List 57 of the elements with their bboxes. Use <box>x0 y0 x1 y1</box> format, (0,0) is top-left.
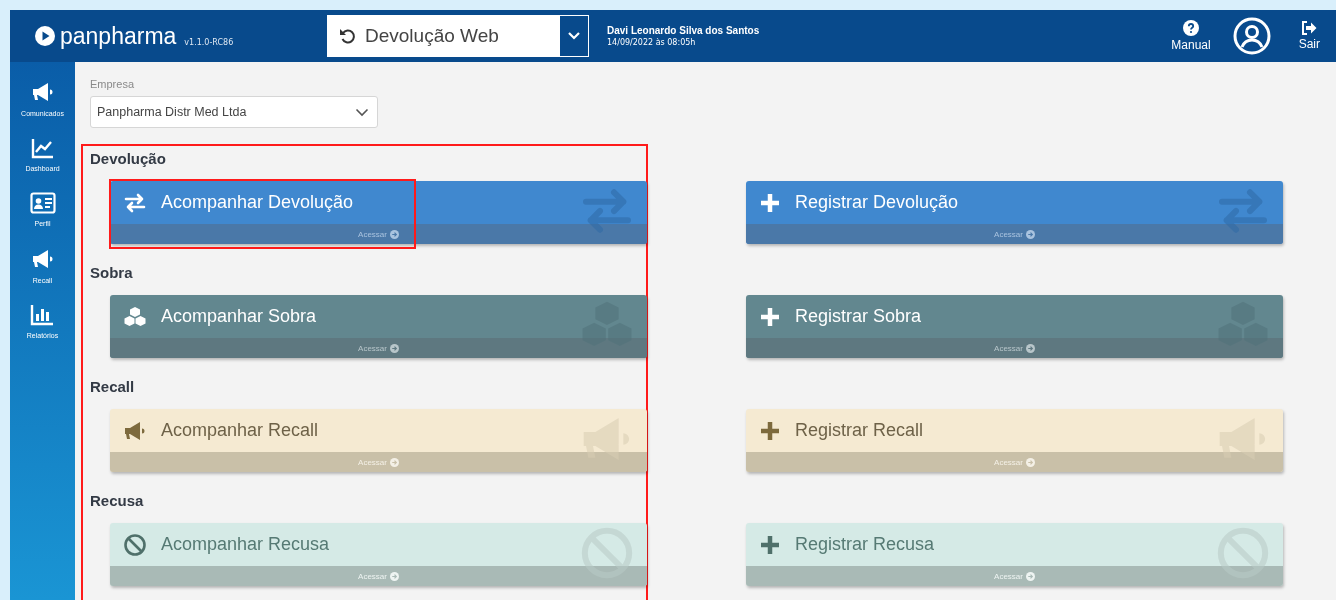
version-label: v1.1.0-RC86 <box>184 37 234 47</box>
arrow-circle-icon <box>389 343 399 353</box>
logout-icon <box>1301 21 1318 35</box>
action-card[interactable]: Registrar Devolução Acessar <box>746 181 1283 244</box>
undo-icon <box>339 27 357 45</box>
card-title: Acompanhar Recall <box>161 420 319 441</box>
line-chart-icon <box>30 137 55 159</box>
module-name: Devolução Web <box>365 25 499 47</box>
card-title: Registrar Recall <box>795 420 924 441</box>
avatar-icon[interactable] <box>1232 17 1271 55</box>
action-card[interactable]: Registrar Recusa Acessar <box>746 523 1283 586</box>
company-select[interactable]: Panpharma Distr Med Ltda <box>90 96 378 128</box>
access-link[interactable]: Acessar <box>994 343 1023 353</box>
plus-icon <box>759 191 781 214</box>
section-title: Recusa <box>90 492 145 511</box>
arrow-circle-icon <box>1025 229 1035 239</box>
card-title: Registrar Recusa <box>795 534 935 555</box>
plus-icon <box>759 419 781 442</box>
bar-chart-icon <box>30 304 55 326</box>
action-card[interactable]: Acompanhar Recall Acessar <box>110 409 647 472</box>
card-title: Registrar Devolução <box>795 192 959 213</box>
manual-button[interactable]: Manual <box>1171 20 1211 52</box>
action-card[interactable]: Registrar Sobra Acessar <box>746 295 1283 358</box>
user-name: Davi Leonardo Silva dos Santos <box>607 25 760 36</box>
section-title: Recall <box>90 378 136 397</box>
login-time: 14/09/2022 às 08:05h <box>607 38 697 47</box>
module-select[interactable]: Devolução Web <box>327 15 589 57</box>
chevron-icon[interactable] <box>567 31 581 41</box>
cubes-icon <box>123 304 147 329</box>
card-title: Acompanhar Devolução <box>161 192 354 213</box>
plus-icon <box>759 305 781 328</box>
access-link[interactable]: Acessar <box>358 229 387 239</box>
arrow-circle-icon <box>389 571 399 581</box>
access-link[interactable]: Acessar <box>994 229 1023 239</box>
card-title: Registrar Sobra <box>795 306 922 327</box>
action-card[interactable]: Acompanhar Sobra Acessar <box>110 295 647 358</box>
field-label: Empresa <box>90 78 136 90</box>
arrow-circle-icon <box>389 457 399 467</box>
brand-name: panpharma <box>60 22 177 50</box>
card-title: Acompanhar Recusa <box>161 534 330 555</box>
arrow-circle-icon <box>1025 343 1035 353</box>
action-card[interactable]: Registrar Recall Acessar <box>746 409 1283 472</box>
help-icon <box>1182 20 1199 36</box>
action-card[interactable]: Acompanhar Recusa Acessar <box>110 523 647 586</box>
access-link[interactable]: Acessar <box>358 343 387 353</box>
id-card-icon <box>29 192 56 214</box>
arrow-circle-icon <box>1025 457 1035 467</box>
chevron-icon <box>355 107 369 117</box>
arrow-circle-icon <box>1025 571 1035 581</box>
arrow-circle-icon <box>389 229 399 239</box>
logout-button[interactable]: Sair <box>1298 21 1320 51</box>
section-title: Devolução <box>90 150 167 169</box>
card-title: Acompanhar Sobra <box>161 306 317 327</box>
logo-icon <box>34 25 56 47</box>
section-title: Sobra <box>90 264 134 283</box>
plus-icon <box>759 533 781 556</box>
ban-icon <box>123 532 147 557</box>
